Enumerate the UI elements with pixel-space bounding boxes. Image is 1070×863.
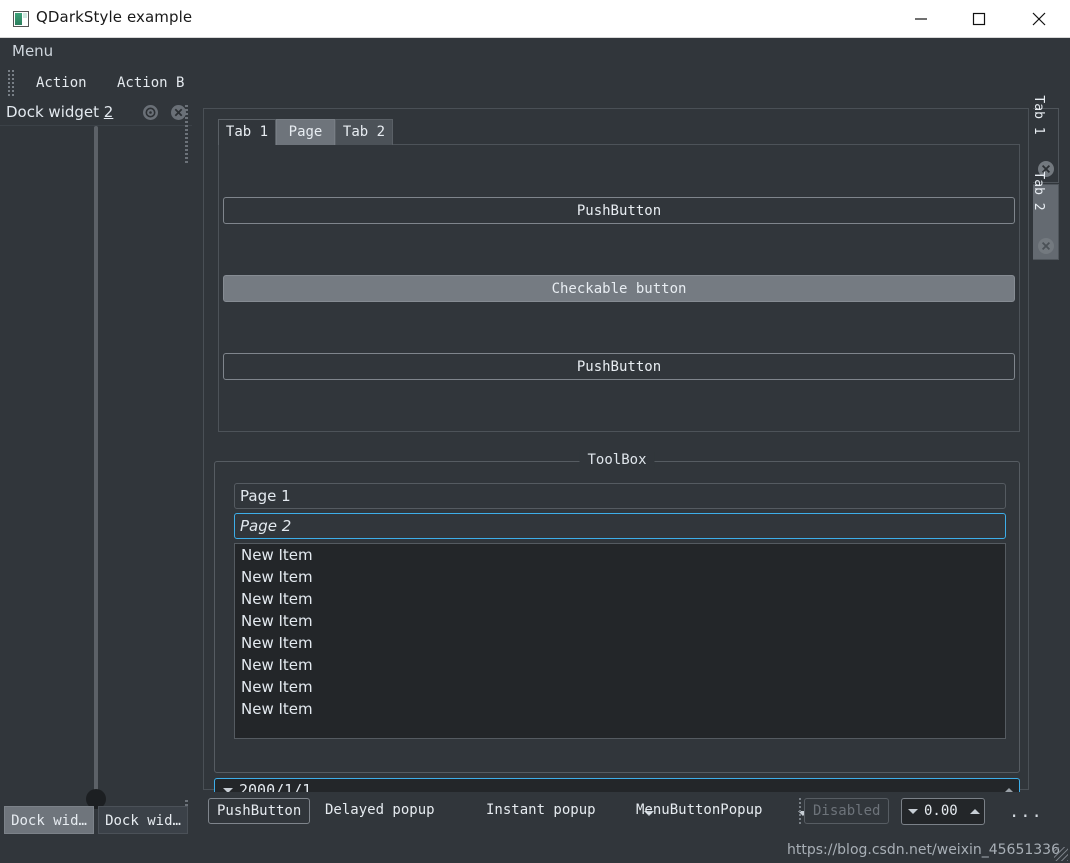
disabled-button: Disabled	[804, 798, 890, 824]
minimize-icon	[915, 17, 927, 20]
bottom-pushbutton[interactable]: PushButton	[208, 798, 311, 824]
maximize-icon	[972, 12, 986, 25]
instant-popup-button[interactable]: Instant popup	[478, 798, 604, 824]
bottom-toolbar: PushButton Delayed popup Instant popup M…	[203, 792, 1070, 832]
list-item[interactable]: New Item	[235, 544, 1005, 566]
toolbox-groupbox: ToolBox Page 1 Page 2 New Item New Item …	[214, 452, 1020, 773]
tab-tab-2[interactable]: Tab 2	[335, 119, 393, 145]
right-dock-tab-1-label: Tab 1	[1030, 95, 1046, 135]
toolbar-action-action[interactable]: Action	[30, 72, 93, 94]
dock-title-label: Dock widget 2	[6, 103, 113, 121]
list-item[interactable]: New Item	[235, 654, 1005, 676]
tab-panel-tab-1: PushButton Checkable button PushButton	[218, 144, 1020, 432]
dock-title-mnemonic: 2	[103, 103, 114, 121]
toolbar-drag-handle-icon[interactable]	[8, 70, 10, 96]
dock-title-prefix: Dock widget	[6, 103, 104, 121]
dock-splitter-handle[interactable]	[94, 126, 98, 791]
toolbar-extension-button[interactable]: ...	[1009, 802, 1043, 822]
close-icon	[1041, 241, 1051, 251]
window-title: QDarkStyle example	[36, 8, 193, 26]
menu-bar: Menu	[0, 38, 1070, 66]
caret-up-icon[interactable]	[970, 809, 980, 814]
title-bar: QDarkStyle example	[0, 0, 1070, 38]
minimize-button[interactable]	[898, 0, 944, 37]
tab-tab-1[interactable]: Tab 1	[218, 119, 276, 145]
list-item[interactable]: New Item	[235, 676, 1005, 698]
right-dock-tab-2-close-button[interactable]	[1038, 238, 1054, 254]
right-dock-tab-2[interactable]: Tab 2	[1031, 171, 1059, 260]
pushbutton-top[interactable]: PushButton	[223, 197, 1015, 224]
toolbox-page-2-header[interactable]: Page 2	[234, 513, 1006, 539]
spinbox[interactable]: 0.00	[901, 798, 985, 825]
toolbar-drag-handle-icon[interactable]	[12, 70, 14, 96]
menubutton-popup-button[interactable]: MenuButtonPopup	[628, 798, 770, 824]
menu-item-menu[interactable]: Menu	[9, 41, 56, 61]
dock-close-button[interactable]	[171, 105, 186, 120]
dock-tab-2[interactable]: Dock wid…	[98, 806, 188, 834]
right-dock-tab-bar: Tab 1 Tab 2	[1031, 95, 1059, 260]
float-icon	[145, 107, 156, 118]
list-item[interactable]: New Item	[235, 566, 1005, 588]
dock-float-button[interactable]	[143, 105, 158, 120]
toolbox-list[interactable]: New Item New Item New Item New Item New …	[234, 543, 1006, 739]
caret-down-icon[interactable]	[908, 809, 918, 814]
app-icon	[13, 11, 29, 27]
close-icon	[174, 108, 183, 117]
right-dock-tab-2-label: Tab 2	[1030, 171, 1046, 211]
toolbar-separator	[799, 798, 801, 824]
list-item[interactable]: New Item	[235, 698, 1005, 720]
spinbox-value: 0.00	[924, 803, 958, 819]
dock-side-drag-handle-icon[interactable]	[185, 105, 188, 163]
size-grip-icon[interactable]	[1054, 847, 1068, 861]
pushbutton-bottom[interactable]: PushButton	[223, 353, 1015, 380]
delayed-popup-button[interactable]: Delayed popup	[317, 798, 443, 824]
list-item[interactable]: New Item	[235, 632, 1005, 654]
close-button[interactable]	[1016, 0, 1062, 37]
watermark-text: https://blog.csdn.net/weixin_45651336	[786, 842, 1060, 858]
toolbox-page-1-header[interactable]: Page 1	[234, 483, 1006, 509]
maximize-button[interactable]	[956, 0, 1002, 37]
checkable-button[interactable]: Checkable button	[223, 275, 1015, 302]
top-toolbar: Action Action B	[0, 66, 1070, 100]
list-item[interactable]: New Item	[235, 610, 1005, 632]
groupbox-title: ToolBox	[579, 452, 655, 468]
left-dock-tab-bar: Dock wid… Dock wid…	[0, 806, 195, 836]
central-widget: Tab 1 Page Tab 2 PushButton Checkable bu…	[203, 108, 1029, 802]
close-icon	[1032, 12, 1046, 25]
dock-title-bar[interactable]: Dock widget 2	[0, 100, 192, 126]
list-item[interactable]: New Item	[235, 588, 1005, 610]
toolbar-action-action-b[interactable]: Action B	[111, 72, 190, 94]
dock-tab-1[interactable]: Dock wid…	[4, 806, 94, 834]
tab-page[interactable]: Page	[276, 119, 335, 145]
